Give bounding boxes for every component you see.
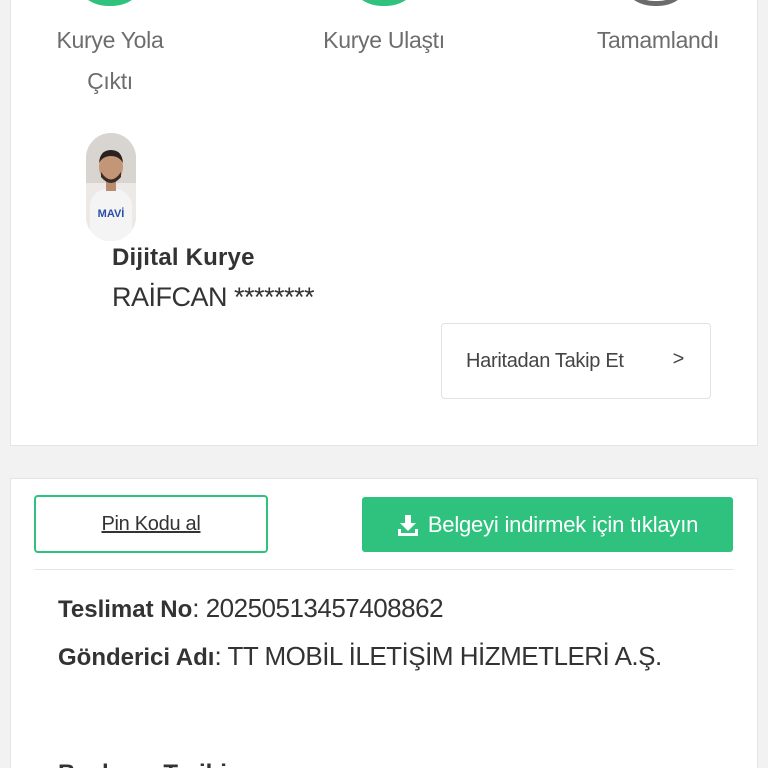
start-date-row: Başlama Tarihi [58,748,227,768]
sender-label: Gönderici Adı [58,644,215,671]
courier-name: RAİFCAN ******** [112,282,315,312]
step-label-arrived: Kurye Ulaştı [323,27,445,53]
delivery-no-value: 20250513457408862 [205,593,444,623]
chevron-right-icon: > [672,348,685,370]
courier-avatar: MAVİ [86,133,136,241]
divider [34,569,734,570]
download-document-button[interactable]: Belgeyi indirmek için tıklayın [362,497,733,552]
step-label-on-the-way: Kurye Yola Çıktı [56,27,164,94]
delivery-no-label: Teslimat No [58,596,193,623]
get-pin-code-button[interactable]: Pin Kodu al [34,495,268,553]
sender-value: TT MOBİL İLETİŞİM HİZMETLERİ A.Ş. [227,641,662,671]
track-on-map-button[interactable]: Haritadan Takip Et > [441,323,711,399]
courier-role: Dijital Kurye [112,244,255,271]
download-icon [397,514,418,536]
step-label-completed: Tamamlandı [596,27,720,53]
start-date-label: Başlama Tarihi [58,760,227,768]
shirt-print: MAVİ [98,207,125,220]
track-on-map-label: Haritadan Takip Et [466,349,624,372]
get-pin-code-label: Pin Kodu al [101,512,201,535]
sender-row: Gönderici Adı: TT MOBİL İLETİŞİM HİZMETL… [58,641,662,671]
download-document-label: Belgeyi indirmek için tıklayın [427,511,699,537]
delivery-no-row: Teslimat No: 20250513457408862 [58,593,444,623]
